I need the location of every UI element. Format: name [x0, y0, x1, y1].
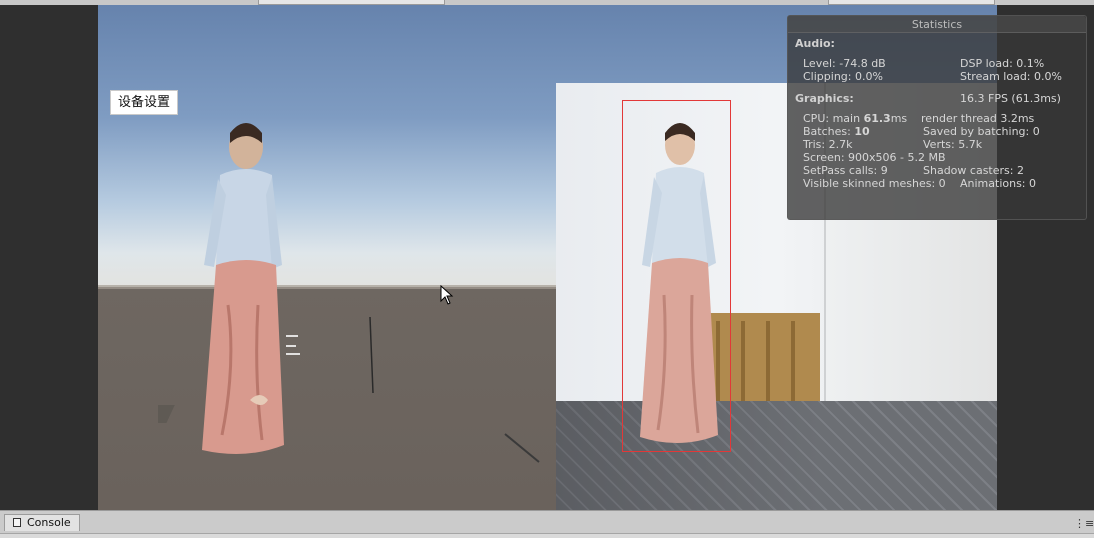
- graphics-saved-by-batching: Saved by batching: 0: [923, 125, 1040, 138]
- graphics-skinned-meshes: Visible skinned meshes: 0: [803, 177, 946, 190]
- graphics-cpu: CPU: main 61.3ms: [803, 112, 907, 125]
- batches-prefix: Batches:: [803, 125, 855, 138]
- graphics-heading: Graphics:: [795, 92, 854, 105]
- mouse-cursor-icon: [440, 285, 454, 305]
- audio-dsp-load: DSP load: 0.1%: [960, 57, 1045, 70]
- console-tab[interactable]: Console: [4, 514, 80, 531]
- menu-icon[interactable]: ⋮≡: [1074, 517, 1094, 530]
- graphics-screen: Screen: 900x506 - 5.2 MB: [803, 151, 946, 164]
- console-icon: [13, 518, 21, 527]
- batches-value: 10: [854, 125, 870, 138]
- graphics-fps: 16.3 FPS (61.3ms): [960, 92, 1061, 105]
- audio-clipping: Clipping: 0.0%: [803, 70, 883, 83]
- game-view-letterbox-left: [0, 5, 98, 510]
- scene-artifact-line: [504, 433, 540, 463]
- point-cloud-figure: [158, 123, 300, 454]
- graphics-render-thread: render thread 3.2ms: [921, 112, 1035, 125]
- cpu-suffix: ms: [890, 112, 908, 125]
- cpu-prefix: CPU: main: [803, 112, 864, 125]
- graphics-setpass: SetPass calls: 9: [803, 164, 888, 177]
- cpu-main-value: 61.3: [863, 112, 891, 125]
- statistics-title: Statistics: [911, 18, 963, 31]
- console-panel: Console ⋮≡: [0, 510, 1094, 538]
- graphics-verts: Verts: 5.7k: [923, 138, 983, 151]
- device-settings-button[interactable]: 设备设置: [110, 90, 178, 115]
- headboard-slat: [791, 321, 795, 409]
- graphics-tris: Tris: 2.7k: [803, 138, 853, 151]
- headboard-slat: [766, 321, 770, 409]
- audio-heading: Audio:: [795, 37, 835, 50]
- headboard-slat: [741, 321, 745, 409]
- graphics-shadow-casters: Shadow casters: 2: [923, 164, 1024, 177]
- scene-artifact-line: [369, 316, 374, 394]
- console-tab-label: Console: [27, 516, 71, 529]
- statistics-panel: Statistics Audio: Level: -74.8 dB Clippi…: [787, 15, 1087, 220]
- person-detection-box: [622, 100, 731, 452]
- audio-stream-load: Stream load: 0.0%: [960, 70, 1062, 83]
- audio-level: Level: -74.8 dB: [803, 57, 886, 70]
- graphics-batches: Batches: 10: [803, 125, 870, 138]
- graphics-animations: Animations: 0: [960, 177, 1037, 190]
